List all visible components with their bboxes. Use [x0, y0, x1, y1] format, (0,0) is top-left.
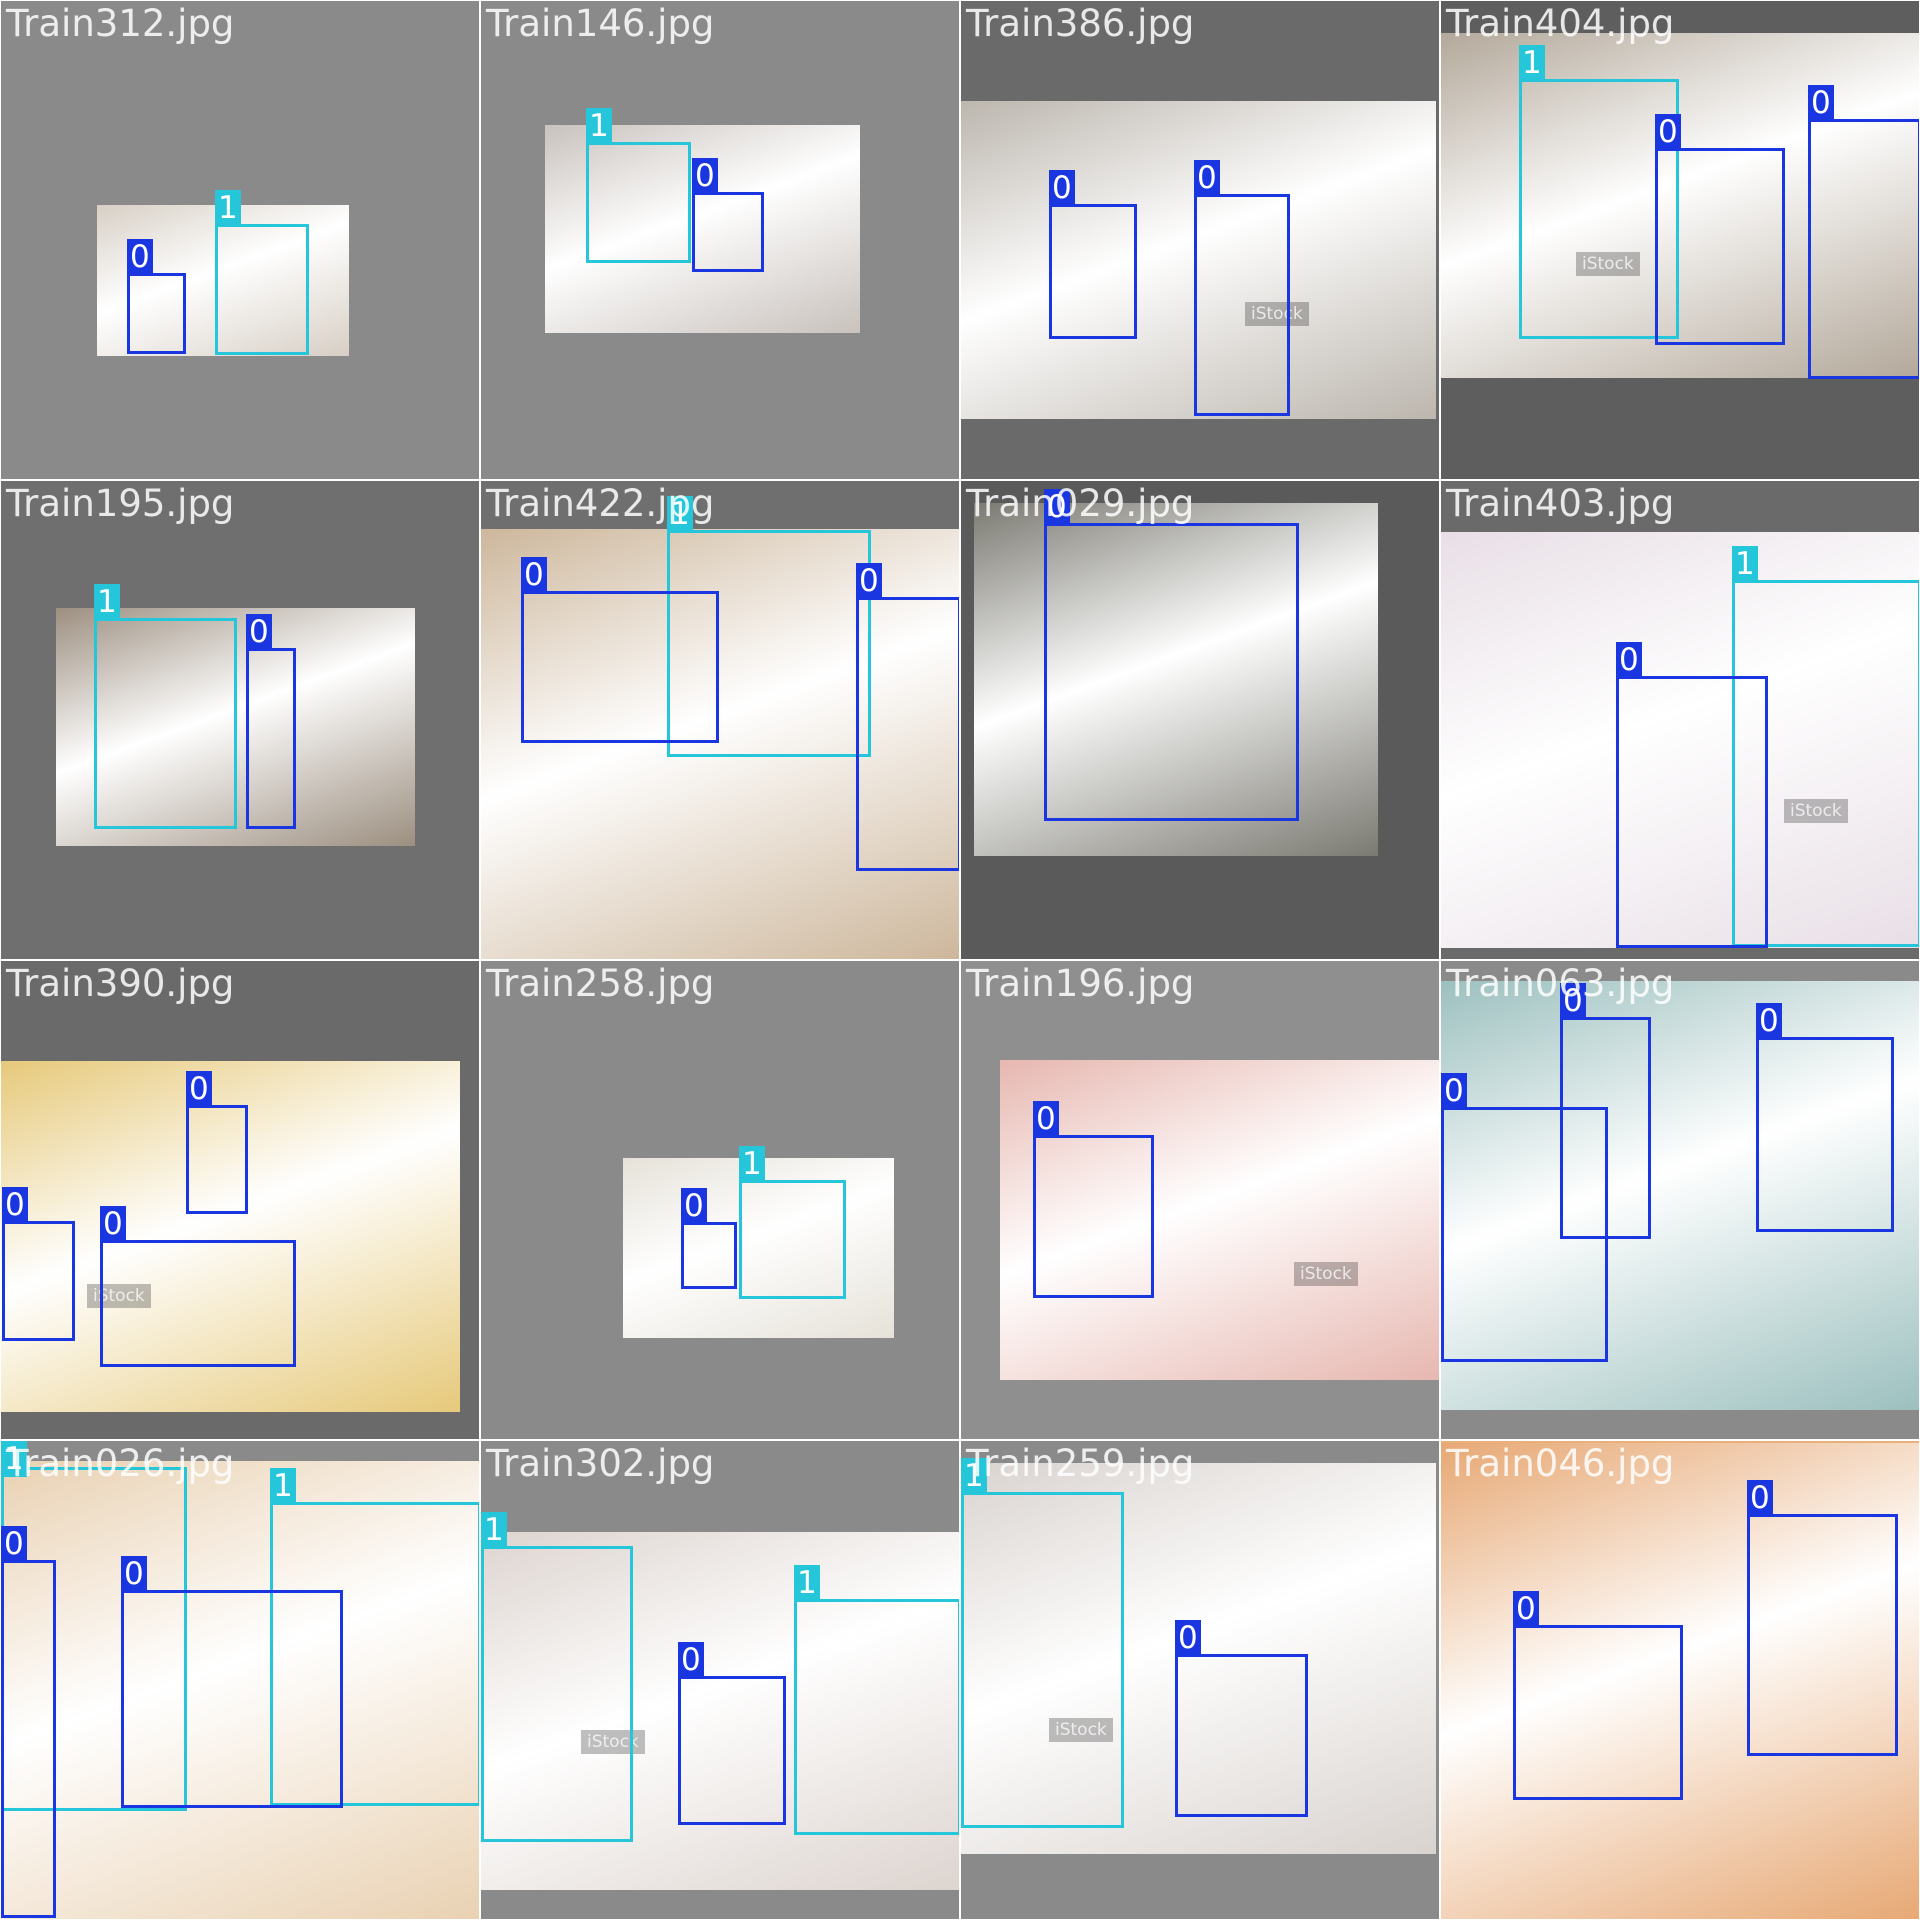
bounding-box-class-1 — [739, 1180, 846, 1299]
mosaic-tile: Train258.jpg 1 0 — [481, 961, 959, 1439]
bounding-box-class-0 — [100, 1240, 296, 1367]
mosaic-tile: Train029.jpg 0 — [961, 481, 1439, 959]
image-filename: Train386.jpg — [966, 2, 1195, 45]
image-filename: Train302.jpg — [486, 1442, 715, 1485]
image-filename: Train146.jpg — [486, 2, 715, 45]
class-label: 0 — [1175, 1620, 1201, 1656]
image-filename: Train026.jpg — [6, 1442, 235, 1485]
bounding-box-class-0 — [2, 1221, 75, 1341]
mosaic-tile: Train146.jpg 1 0 — [481, 1, 959, 479]
bounding-box-class-1 — [794, 1599, 959, 1835]
bounding-box-class-0 — [186, 1105, 248, 1214]
mosaic-tile: Train063.jpg 0 0 0 — [1441, 961, 1919, 1439]
class-label: 0 — [121, 1556, 147, 1592]
image-filename: Train259.jpg — [966, 1442, 1195, 1485]
bounding-box-class-0 — [1616, 676, 1768, 948]
bounding-box-class-0 — [856, 597, 959, 871]
image-filename: Train422.jpg — [486, 482, 715, 525]
image-filename: Train195.jpg — [6, 482, 235, 525]
bounding-box-class-0 — [1033, 1135, 1154, 1298]
class-label: 0 — [1655, 114, 1681, 150]
image-filename: Train063.jpg — [1446, 962, 1675, 1005]
class-label: 1 — [586, 108, 612, 144]
bounding-box-class-0 — [127, 273, 186, 354]
bounding-box-class-0 — [678, 1676, 786, 1825]
mosaic-tile: Train404.jpg iStock 1 0 0 — [1441, 1, 1919, 479]
class-label: 1 — [1732, 546, 1758, 582]
bounding-box-class-0 — [521, 591, 719, 743]
class-label: 0 — [678, 1642, 704, 1678]
class-label: 0 — [1616, 642, 1642, 678]
class-label: 0 — [681, 1188, 707, 1224]
bounding-box-class-0 — [1044, 523, 1299, 821]
mosaic-tile: Train390.jpg iStock 0 0 0 — [1, 961, 479, 1439]
class-label: 1 — [1519, 45, 1545, 81]
class-label: 1 — [270, 1468, 296, 1504]
bounding-box-class-0 — [1808, 119, 1919, 379]
image-filename: Train258.jpg — [486, 962, 715, 1005]
bounding-box-class-0 — [1175, 1654, 1308, 1817]
bounding-box-class-1 — [961, 1492, 1124, 1828]
bounding-box-class-0 — [1, 1560, 56, 1918]
class-label: 0 — [1, 1526, 27, 1562]
class-label: 1 — [481, 1512, 507, 1548]
mosaic-tile: Train403.jpg iStock 1 0 — [1441, 481, 1919, 959]
bounding-box-class-0 — [246, 648, 296, 829]
class-label: 0 — [856, 563, 882, 599]
image-filename: Train046.jpg — [1446, 1442, 1675, 1485]
bounding-box-class-1 — [94, 618, 237, 829]
stock-watermark: iStock — [1294, 1262, 1358, 1286]
bounding-box-class-1 — [481, 1546, 633, 1842]
class-label: 0 — [246, 614, 272, 650]
class-label: 0 — [1194, 160, 1220, 196]
class-label: 0 — [1441, 1073, 1467, 1109]
mosaic-tile: Train386.jpg iStock 0 0 — [961, 1, 1439, 479]
image-filename: Train029.jpg — [966, 482, 1195, 525]
bounding-box-class-0 — [1756, 1037, 1894, 1232]
class-label: 1 — [94, 584, 120, 620]
mosaic-tile: Train196.jpg iStock 0 — [961, 961, 1439, 1439]
bounding-box-class-0 — [1747, 1514, 1898, 1756]
class-label: 1 — [215, 190, 241, 226]
class-label: 0 — [1747, 1480, 1773, 1516]
mosaic-tile: Train026.jpg 1 1 0 0 — [1, 1441, 479, 1919]
image-filename: Train312.jpg — [6, 2, 235, 45]
training-batch-mosaic: Train312.jpg 0 1 Train146.jpg 1 0 Train386.jpg… — [0, 0, 1920, 1920]
bounding-box-class-1 — [586, 142, 691, 263]
class-label: 0 — [1808, 85, 1834, 121]
mosaic-tile: Train195.jpg 1 0 — [1, 481, 479, 959]
class-label: 0 — [521, 557, 547, 593]
bounding-box-class-0 — [692, 192, 764, 272]
bounding-box-class-0 — [121, 1590, 343, 1808]
image-filename: Train196.jpg — [966, 962, 1195, 1005]
class-label: 1 — [739, 1146, 765, 1182]
class-label: 0 — [1049, 170, 1075, 206]
class-label: 0 — [100, 1206, 126, 1242]
mosaic-tile: Train046.jpg 0 0 — [1441, 1441, 1919, 1919]
class-label: 0 — [186, 1071, 212, 1107]
image-filename: Train403.jpg — [1446, 482, 1675, 525]
mosaic-tile: Train422.jpg 1 0 0 — [481, 481, 959, 959]
class-label: 0 — [127, 239, 153, 275]
mosaic-tile: Train312.jpg 0 1 — [1, 1, 479, 479]
mosaic-tile: Train302.jpg iStock 1 1 0 — [481, 1441, 959, 1919]
class-label: 0 — [2, 1187, 28, 1223]
bounding-box-class-0 — [681, 1222, 737, 1289]
bounding-box-class-1 — [215, 224, 309, 355]
class-label: 0 — [1033, 1101, 1059, 1137]
bounding-box-class-0 — [1513, 1625, 1683, 1800]
bounding-box-class-0 — [1441, 1107, 1608, 1362]
image-filename: Train404.jpg — [1446, 2, 1675, 45]
bounding-box-class-0 — [1194, 194, 1290, 416]
bounding-box-class-0 — [1655, 148, 1785, 345]
class-label: 0 — [1756, 1003, 1782, 1039]
class-label: 0 — [692, 158, 718, 194]
bounding-box-class-0 — [1049, 204, 1137, 339]
image-filename: Train390.jpg — [6, 962, 235, 1005]
class-label: 0 — [1513, 1591, 1539, 1627]
mosaic-tile: Train259.jpg iStock 1 0 — [961, 1441, 1439, 1919]
class-label: 1 — [794, 1565, 820, 1601]
